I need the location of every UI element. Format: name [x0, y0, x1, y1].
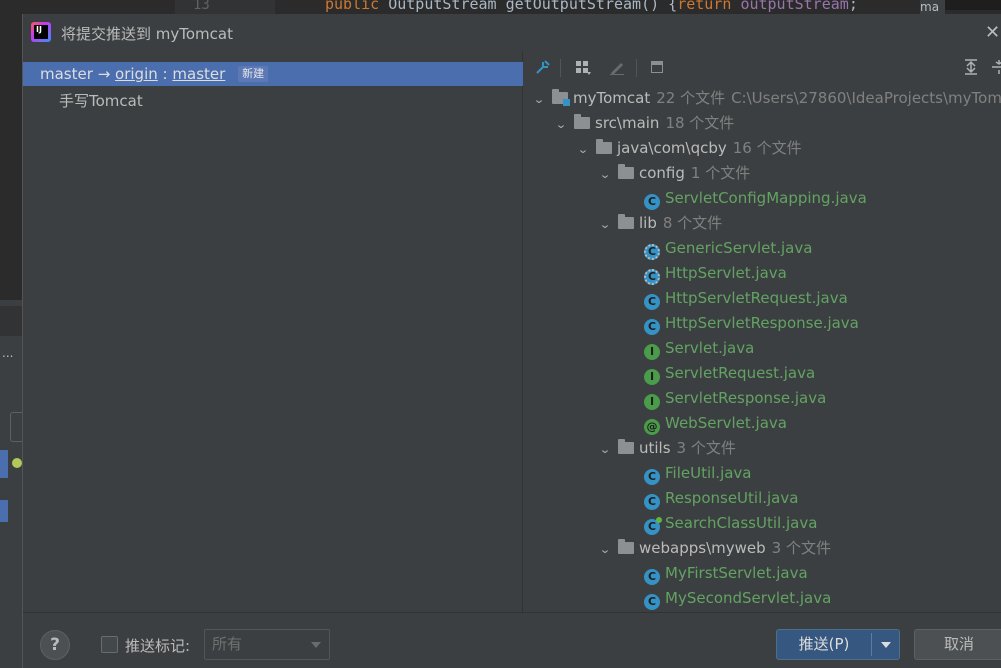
new-badge: 新建	[238, 66, 269, 82]
tree-file[interactable]: C MySecondServlet.java	[644, 586, 831, 611]
colon: :	[162, 65, 168, 83]
close-icon[interactable]: ✕	[985, 22, 1000, 43]
push-dialog: IJ 将提交推送到 myTomcat ✕ master → origin : m…	[22, 14, 1001, 668]
folder-icon	[618, 164, 634, 179]
chevron-down-icon[interactable]: ⌄	[596, 162, 614, 187]
tree-file[interactable]: C ServletConfigMapping.java	[644, 186, 867, 211]
tree-file[interactable]: I ServletResponse.java	[644, 386, 826, 411]
background-selection-2	[0, 500, 8, 522]
push-options-dropdown-icon[interactable]	[881, 642, 891, 648]
tree-file[interactable]: C HttpServletResponse.java	[644, 311, 859, 336]
tree-node-webapps[interactable]: ⌄ webapps\myweb 3 个文件	[598, 536, 831, 561]
background-side-tab: ma	[920, 0, 945, 14]
class-icon: C	[644, 469, 660, 485]
push-button-label[interactable]: 推送(P)	[777, 630, 871, 659]
code-line: public OutputStream getOutputStream() {r…	[325, 0, 858, 13]
toolbar-separator	[636, 59, 637, 77]
background-status-dot	[12, 458, 22, 468]
tree-file[interactable]: C FileUtil.java	[644, 461, 752, 486]
class-icon: C	[644, 569, 660, 585]
annotation-icon: @	[644, 419, 660, 435]
tree-node-config[interactable]: ⌄ config 1 个文件	[598, 161, 750, 186]
class-icon: C	[644, 594, 660, 610]
tree-file[interactable]: C SearchClassUtil.java	[644, 511, 817, 536]
background-field	[10, 412, 22, 442]
folder-icon	[596, 139, 612, 154]
dialog-button-bar: ? 推送标记: 所有 推送(P) 取消	[23, 612, 1001, 668]
interface-icon: I	[644, 344, 660, 360]
tree-node-src[interactable]: ⌄ src\main 18 个文件	[554, 111, 734, 136]
interface-icon: I	[644, 369, 660, 385]
folder-icon	[618, 439, 634, 454]
group-by-icon[interactable]	[572, 58, 594, 78]
chevron-down-icon[interactable]: ⌄	[596, 437, 614, 462]
edit-icon[interactable]	[606, 58, 628, 78]
collapse-all-icon[interactable]	[988, 58, 1001, 78]
line-number: 13	[175, 0, 275, 14]
background-left-panel: ...	[0, 300, 22, 668]
push-button[interactable]: 推送(P)	[776, 629, 900, 660]
tree-file[interactable]: I Servlet.java	[644, 336, 754, 361]
commits-panel: master → origin : master 新建 手写Tomcat	[23, 52, 523, 612]
tags-select[interactable]: 所有	[204, 629, 330, 660]
tree-node-lib[interactable]: ⌄ lib 8 个文件	[598, 211, 722, 236]
commit-item[interactable]: 手写Tomcat	[59, 90, 143, 111]
interface-icon: I	[644, 394, 660, 410]
tree-file[interactable]: I ServletRequest.java	[644, 361, 815, 386]
background-ellipsis: ...	[0, 340, 22, 370]
background-band	[0, 306, 22, 336]
folder-icon	[618, 214, 634, 229]
tags-select-value: 所有	[212, 635, 243, 653]
push-button-divider	[871, 633, 872, 656]
chevron-down-icon[interactable]: ⌄	[574, 137, 592, 162]
tree-node-utils[interactable]: ⌄ utils 3 个文件	[598, 436, 736, 461]
chevron-down-icon[interactable]: ⌄	[530, 87, 548, 112]
class-icon: C	[644, 494, 660, 510]
changes-toolbar	[524, 52, 1001, 84]
tree-file[interactable]: C ResponseUtil.java	[644, 486, 798, 511]
chevron-down-icon[interactable]: ⌄	[552, 112, 570, 137]
remote-link[interactable]: origin	[115, 65, 158, 83]
module-folder-icon	[552, 89, 570, 106]
tree-file[interactable]: @ WebServlet.java	[644, 411, 787, 436]
local-branch: master	[40, 65, 93, 83]
folder-icon	[618, 539, 634, 554]
tree-file[interactable]: C HttpServletRequest.java	[644, 286, 848, 311]
intellij-logo-icon: IJ	[31, 22, 51, 42]
chevron-down-icon[interactable]: ⌄	[596, 212, 614, 237]
remote-branch-link[interactable]: master	[172, 65, 225, 83]
tree-file[interactable]: C GenericServlet.java	[644, 236, 812, 261]
main-class-icon: C	[644, 517, 662, 535]
class-icon: C	[644, 194, 660, 210]
abstract-class-icon: C	[644, 269, 660, 285]
help-button[interactable]: ?	[40, 630, 70, 660]
changes-panel: ⌄ myTomcat 22 个文件 C:\Users\27860\IdeaProjec…	[524, 52, 1001, 624]
chevron-down-icon	[311, 642, 321, 648]
background-editor: 13 public OutputStream getOutputStream()…	[0, 0, 1001, 14]
branch-push-row[interactable]: master → origin : master 新建	[23, 62, 523, 86]
tree-node-root[interactable]: ⌄ myTomcat 22 个文件 C:\Users\27860\IdeaProjec…	[532, 86, 1001, 111]
dialog-title: 将提交推送到 myTomcat	[61, 25, 233, 43]
tree-node-package[interactable]: ⌄ java\com\qcby 16 个文件	[576, 136, 802, 161]
chevron-down-icon[interactable]: ⌄	[596, 537, 614, 562]
class-icon: C	[644, 319, 660, 335]
folder-icon	[574, 114, 590, 129]
background-dark-area	[945, 0, 1001, 10]
tree-file[interactable]: C MyFirstServlet.java	[644, 561, 808, 586]
toolbar-separator	[560, 59, 561, 77]
tree-file[interactable]: C HttpServlet.java	[644, 261, 787, 286]
push-tags-checkbox[interactable]	[101, 636, 118, 653]
class-icon: C	[644, 294, 660, 310]
expand-pin-icon[interactable]	[532, 58, 554, 78]
abstract-class-icon: C	[644, 244, 660, 260]
dialog-titlebar: IJ 将提交推送到 myTomcat ✕	[23, 14, 1001, 52]
cancel-button[interactable]: 取消	[914, 629, 1001, 660]
arrow-icon: →	[97, 65, 111, 83]
background-selection	[0, 450, 8, 478]
push-tags-label: 推送标记:	[125, 637, 191, 655]
expand-all-icon[interactable]	[960, 58, 982, 78]
diff-icon[interactable]	[646, 58, 668, 78]
